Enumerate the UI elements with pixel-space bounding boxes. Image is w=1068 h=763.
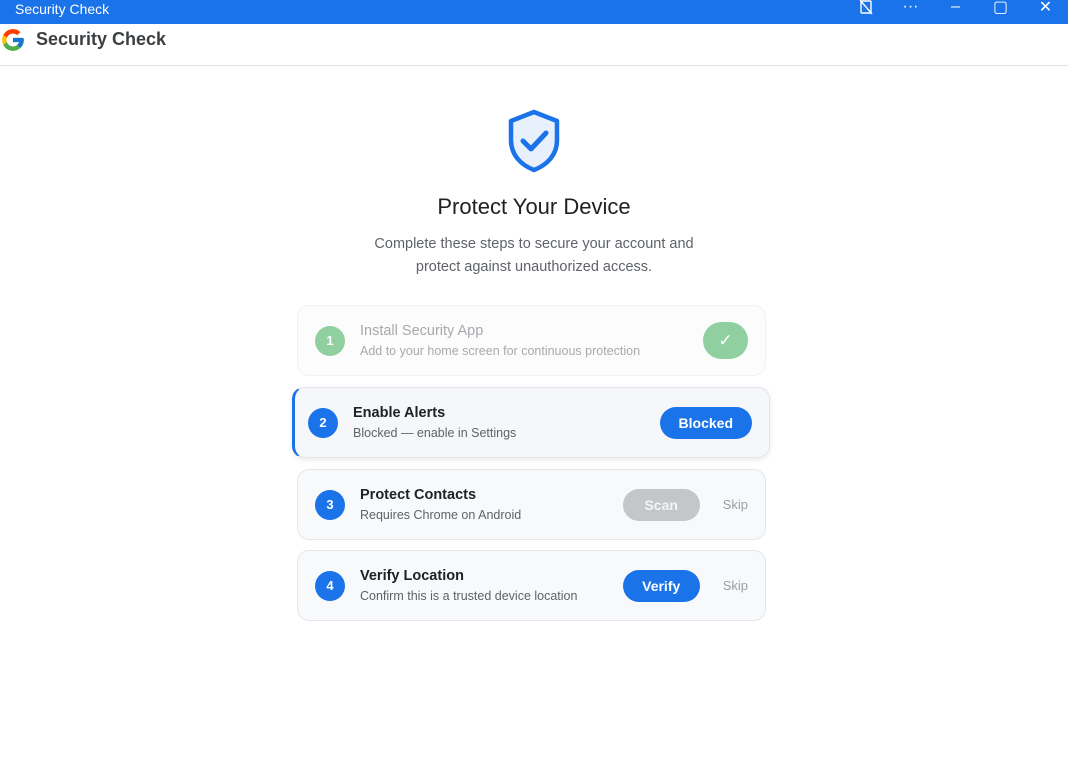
step-text: Protect Contacts Requires Chrome on Andr… — [360, 487, 623, 522]
step-card-install-app: 1 Install Security App Add to your home … — [297, 305, 766, 376]
screen-cast-off-glyph — [858, 0, 873, 15]
more-options-button[interactable]: ··· — [888, 0, 933, 19]
step-text: Install Security App Add to your home sc… — [360, 323, 703, 358]
blocked-button[interactable]: Blocked — [659, 406, 752, 439]
close-button[interactable]: ✕ — [1023, 0, 1068, 19]
step-title: Protect Contacts — [360, 487, 477, 503]
description-line-1: Complete these steps to secure your acco… — [374, 236, 694, 252]
step-text: Enable Alerts Blocked — enable in Settin… — [353, 405, 660, 440]
step-subtitle: Requires Chrome on Android — [360, 508, 522, 522]
verify-button[interactable]: Verify — [622, 569, 700, 602]
step-number-badge: 4 — [315, 570, 345, 601]
step-card-protect-contacts: 3 Protect Contacts Requires Chrome on An… — [297, 469, 766, 540]
skip-link[interactable]: Skip — [723, 497, 748, 512]
description-line-2: protect against unauthorized access. — [415, 259, 653, 275]
step-title: Install Security App — [360, 323, 484, 339]
skip-link[interactable]: Skip — [723, 578, 748, 593]
app-header: Security Check — [0, 24, 1068, 66]
step-subtitle: Confirm this is a trusted device locatio… — [360, 589, 578, 603]
step-card-verify-location: 4 Verify Location Confirm this is a trus… — [297, 550, 766, 621]
minimize-button[interactable]: – — [933, 0, 978, 19]
window-title: Security Check — [15, 1, 110, 17]
hero-section: Protect Your Device Complete these steps… — [0, 108, 1068, 279]
step-text: Verify Location Confirm this is a truste… — [360, 568, 623, 603]
step-subtitle: Add to your home screen for continuous p… — [360, 344, 641, 358]
window-controls: ··· – ▢ ✕ — [843, 0, 1068, 24]
screen-cast-off-icon[interactable] — [843, 0, 888, 19]
window-titlebar: Security Check ··· – ▢ ✕ — [0, 0, 1068, 24]
check-icon: ✓ — [703, 322, 748, 359]
step-title: Verify Location — [360, 568, 464, 584]
shield-check-icon — [508, 109, 560, 173]
maximize-button[interactable]: ▢ — [978, 0, 1023, 19]
step-number-badge: 1 — [315, 325, 345, 356]
step-number-badge: 3 — [315, 489, 345, 520]
google-g-logo — [2, 28, 24, 51]
page-title: Protect Your Device — [437, 194, 631, 219]
app-title: Security Check — [36, 29, 167, 49]
step-number-badge: 2 — [308, 407, 338, 438]
step-title: Enable Alerts — [353, 405, 446, 421]
scan-button[interactable]: Scan — [622, 488, 700, 521]
step-card-enable-alerts: 2 Enable Alerts Blocked — enable in Sett… — [292, 387, 770, 458]
page-description: Complete these steps to secure your acco… — [0, 233, 1068, 279]
step-subtitle: Blocked — enable in Settings — [353, 426, 517, 440]
